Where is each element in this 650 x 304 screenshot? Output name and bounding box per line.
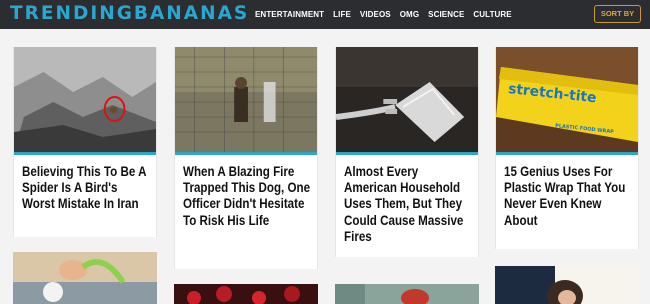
article-card-4[interactable]: stretch-tite PLASTIC FOOD WRAP 15 Genius… <box>495 47 639 249</box>
card-accent-bar <box>14 152 156 155</box>
article-card-3[interactable]: Almost Every American Household Uses The… <box>335 47 479 257</box>
article-card-7-image[interactable] <box>335 284 479 304</box>
article-card-5-image[interactable] <box>13 252 157 304</box>
nav-omg[interactable]: OMG <box>400 10 419 19</box>
nav-life[interactable]: LIFE <box>333 10 351 19</box>
nav-entertainment[interactable]: ENTERTAINMENT <box>255 10 324 19</box>
article-image-fire-dog[interactable] <box>175 47 317 152</box>
article-card-2[interactable]: When A Blazing Fire Trapped This Dog, On… <box>174 47 318 269</box>
card-accent-bar <box>336 152 478 155</box>
article-image-power-cord[interactable] <box>336 47 478 152</box>
article-image-plastic-wrap[interactable]: stretch-tite PLASTIC FOOD WRAP <box>496 47 638 152</box>
nav-culture[interactable]: CULTURE <box>473 10 511 19</box>
sort-by-button[interactable]: SORT BY <box>594 5 641 23</box>
nav-science[interactable]: SCIENCE <box>428 10 464 19</box>
article-image-spider-bird[interactable] <box>14 47 156 152</box>
article-card-8-image[interactable] <box>495 266 639 304</box>
nav-videos[interactable]: VIDEOS <box>360 10 391 19</box>
article-card-6-image[interactable] <box>174 284 318 304</box>
main-nav: ENTERTAINMENT LIFE VIDEOS OMG SCIENCE CU… <box>255 0 521 29</box>
card-accent-bar <box>496 152 638 155</box>
article-card-1[interactable]: Believing This To Be A Spider Is A Bird'… <box>13 47 157 237</box>
article-title[interactable]: Believing This To Be A Spider Is A Bird'… <box>22 164 151 213</box>
top-navigation-bar: TRENDINGBANANAS ENTERTAINMENT LIFE VIDEO… <box>0 0 650 29</box>
article-title[interactable]: When A Blazing Fire Trapped This Dog, On… <box>183 164 312 229</box>
article-title[interactable]: 15 Genius Uses For Plastic Wrap That You… <box>504 164 633 229</box>
card-accent-bar <box>175 152 317 155</box>
site-logo[interactable]: TRENDINGBANANAS <box>10 3 249 25</box>
article-title[interactable]: Almost Every American Household Uses The… <box>344 164 473 245</box>
